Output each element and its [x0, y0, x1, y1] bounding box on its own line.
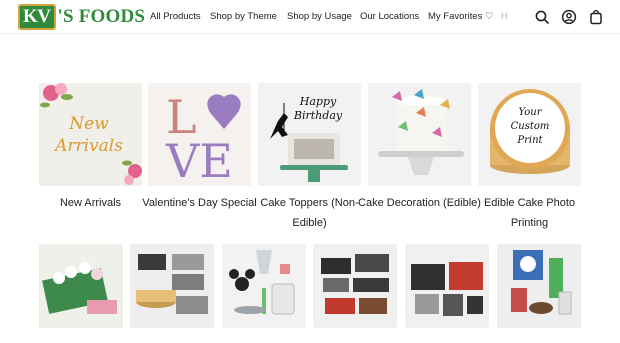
search-icon[interactable]	[534, 9, 550, 25]
thumb-text-line1: Your	[519, 107, 543, 118]
category-label: Edible Cake Photo Printing	[483, 197, 576, 229]
thumb-text-line2: Birthday	[293, 109, 343, 122]
logo[interactable]: KV 'S FOODS	[18, 4, 146, 30]
logo-text: 'S FOODS	[57, 6, 146, 27]
site-header: KV 'S FOODS All Products Shop by Theme S…	[0, 0, 620, 34]
nav-overflow-item[interactable]: H	[501, 11, 508, 22]
thumb-text-line1: New	[68, 114, 109, 134]
thumb-text-line2: Arrivals	[53, 136, 123, 156]
nav-shop-by-theme[interactable]: Shop by Theme	[210, 11, 277, 22]
category-image	[368, 83, 471, 186]
category-image	[405, 244, 489, 328]
thumb-text-line2: VE	[165, 134, 233, 186]
category-image: Happy Birthday	[258, 83, 361, 186]
category-image: L VE	[148, 83, 251, 186]
nav-shop-by-usage[interactable]: Shop by Usage	[287, 11, 352, 22]
category-image: Your Custom Print	[478, 83, 581, 186]
account-icon[interactable]	[561, 9, 577, 25]
category-image: New Arrivals	[39, 83, 142, 186]
category-image	[130, 244, 214, 328]
thumb-text-line1: Happy	[299, 95, 337, 108]
category-image	[313, 244, 397, 328]
nav-my-favorites[interactable]: My Favorites ♡	[428, 11, 494, 22]
logo-badge: KV	[18, 4, 56, 30]
cart-icon[interactable]	[588, 9, 604, 25]
category-image	[497, 244, 581, 328]
category-image	[222, 244, 306, 328]
thumb-text-line2: Custom	[511, 121, 550, 132]
thumb-text-line3: Print	[516, 135, 543, 146]
category-image	[39, 244, 123, 328]
nav-our-locations[interactable]: Our Locations	[360, 11, 419, 22]
nav-all-products[interactable]: All Products	[150, 11, 201, 22]
